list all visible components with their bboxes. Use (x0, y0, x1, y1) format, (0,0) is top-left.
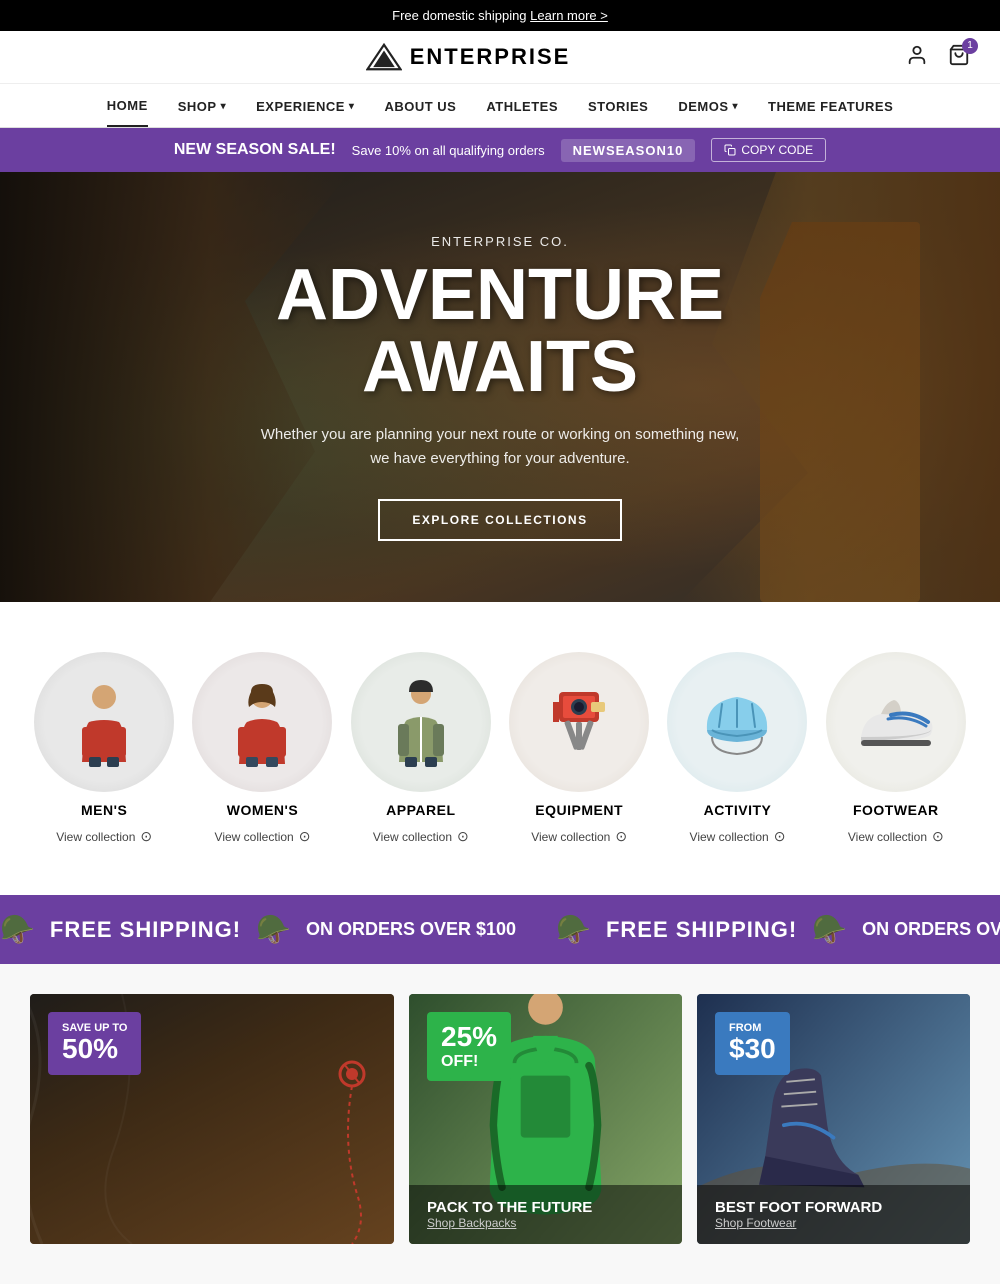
promo-section: SAVE UP TO 50% (0, 964, 1000, 1284)
nav-home[interactable]: HOME (107, 98, 148, 127)
promo-backpack-info: PACK TO THE FUTURE Shop Backpacks (409, 1185, 682, 1244)
promo-badge-amount: 25% (441, 1022, 497, 1053)
promo-badge-backpack: 25% OFF! (427, 1012, 511, 1081)
promo-badge-sale: SAVE UP TO 50% (48, 1012, 141, 1075)
apparel-link[interactable]: View collection ⊙ (373, 828, 469, 845)
hero-subtitle: ENTERPRISE CO. (260, 234, 740, 249)
cart-icon[interactable]: 1 (948, 44, 970, 71)
main-nav: HOME SHOP ▾ EXPERIENCE ▾ ABOUT US ATHLET… (0, 84, 1000, 128)
collection-footwear-image[interactable] (826, 652, 966, 792)
brand-name: ENTERPRISE (410, 44, 571, 70)
shipping-banner: 🪖 FREE SHIPPING! 🪖 ON ORDERS OVER $100 🪖… (0, 895, 1000, 964)
arrow-icon: ⊙ (932, 828, 944, 845)
helmet-icon: 🪖 (812, 913, 847, 946)
sale-text: Save 10% on all qualifying orders (352, 143, 545, 158)
collection-activity-image[interactable] (667, 652, 807, 792)
shipping-item: 🪖 FREE SHIPPING! 🪖 ON ORDERS OVER $100 (0, 913, 516, 946)
hero-content: ENTERPRISE CO. ADVENTUREAWAITS Whether y… (220, 234, 780, 541)
collection-footwear: FOOTWEAR View collection ⊙ (822, 652, 970, 845)
shipping-item: 🪖 FREE SHIPPING! 🪖 ON ORDERS OVER $100 (556, 913, 1000, 946)
promo-backpack-title: PACK TO THE FUTURE (427, 1199, 664, 1216)
collection-womens-image[interactable] (192, 652, 332, 792)
sale-title: NEW SEASON SALE! (174, 141, 336, 159)
chevron-down-icon: ▾ (221, 101, 227, 112)
collection-equipment: EQUIPMENT View collection ⊙ (505, 652, 653, 845)
announcement-bar: Free domestic shipping Learn more > (0, 0, 1000, 31)
collections-grid: MEN'S View collection ⊙ WOME (30, 652, 970, 845)
arrow-icon: ⊙ (457, 828, 469, 845)
nav-experience[interactable]: EXPERIENCE ▾ (256, 98, 354, 127)
promo-footwear-title: BEST FOOT FORWARD (715, 1199, 952, 1216)
mens-label: MEN'S (81, 802, 127, 818)
hero-title: ADVENTUREAWAITS (260, 259, 740, 403)
cart-badge: 1 (962, 38, 978, 54)
copy-code-label: COPY CODE (741, 143, 813, 157)
hero-climber-area (760, 222, 920, 602)
mens-link[interactable]: View collection ⊙ (56, 828, 152, 845)
arrow-icon: ⊙ (615, 828, 627, 845)
helmet-icon: 🪖 (256, 913, 291, 946)
helmet-icon: 🪖 (0, 913, 35, 946)
womens-link[interactable]: View collection ⊙ (215, 828, 311, 845)
womens-label: WOMEN'S (227, 802, 298, 818)
promo-badge-suffix: OFF! (441, 1053, 497, 1071)
helmet-icon: 🪖 (556, 913, 591, 946)
account-icon[interactable] (906, 44, 928, 71)
activity-link[interactable]: View collection ⊙ (690, 828, 786, 845)
apparel-label: APPAREL (386, 802, 455, 818)
nav-stories[interactable]: STORIES (588, 98, 648, 127)
nav-shop[interactable]: SHOP ▾ (178, 98, 226, 127)
header-icons: 1 (906, 44, 970, 71)
collection-apparel: APPAREL View collection ⊙ (347, 652, 495, 845)
promo-badge-amount: 50% (62, 1034, 127, 1065)
arrow-icon: ⊙ (774, 828, 786, 845)
sale-banner: NEW SEASON SALE! Save 10% on all qualify… (0, 128, 1000, 172)
header: ENTERPRISE 1 (0, 31, 1000, 84)
shipping-ticker: 🪖 FREE SHIPPING! 🪖 ON ORDERS OVER $100 🪖… (0, 913, 1000, 946)
promo-card-backpack[interactable]: 25% OFF! PACK TO THE FUTURE Shop Backpac… (409, 994, 682, 1244)
hero-description: Whether you are planning your next route… (260, 423, 740, 471)
copy-code-button[interactable]: COPY CODE (711, 138, 826, 162)
sale-code: NEWSEASON10 (561, 139, 696, 162)
promo-backpack-link[interactable]: Shop Backpacks (427, 1216, 664, 1230)
announcement-text: Free domestic shipping (392, 8, 526, 23)
nav-demos[interactable]: DEMOS ▾ (678, 98, 738, 127)
footwear-label: FOOTWEAR (853, 802, 939, 818)
collection-mens-image[interactable] (34, 652, 174, 792)
collection-womens: WOMEN'S View collection ⊙ (188, 652, 336, 845)
equipment-link[interactable]: View collection ⊙ (531, 828, 627, 845)
promo-card-footwear[interactable]: FROM $30 BEST FOOT FORWARD Shop Footwear (697, 994, 970, 1244)
brand-logo[interactable]: ENTERPRISE (366, 43, 571, 71)
promo-badge-footwear: FROM $30 (715, 1012, 790, 1075)
collection-apparel-image[interactable] (351, 652, 491, 792)
promo-footwear-link[interactable]: Shop Footwear (715, 1216, 952, 1230)
announcement-link[interactable]: Learn more > (530, 8, 608, 23)
hero-section: ENTERPRISE CO. ADVENTUREAWAITS Whether y… (0, 172, 1000, 602)
promo-footwear-info: BEST FOOT FORWARD Shop Footwear (697, 1185, 970, 1244)
collection-equipment-image[interactable] (509, 652, 649, 792)
chevron-down-icon: ▾ (349, 101, 355, 112)
promo-grid: SAVE UP TO 50% (30, 994, 970, 1244)
activity-label: ACTIVITY (704, 802, 772, 818)
arrow-icon: ⊙ (140, 828, 152, 845)
chevron-down-icon: ▾ (733, 101, 739, 112)
equipment-label: EQUIPMENT (535, 802, 623, 818)
promo-badge-amount: $30 (729, 1034, 776, 1065)
footwear-link[interactable]: View collection ⊙ (848, 828, 944, 845)
explore-button[interactable]: EXPLORE COLLECTIONS (378, 499, 621, 541)
promo-card-sale[interactable]: SAVE UP TO 50% (30, 994, 394, 1244)
nav-about[interactable]: ABOUT US (384, 98, 456, 127)
collections-section: MEN'S View collection ⊙ WOME (0, 602, 1000, 895)
collection-mens: MEN'S View collection ⊙ (30, 652, 178, 845)
nav-athletes[interactable]: ATHLETES (486, 98, 558, 127)
arrow-icon: ⊙ (299, 828, 311, 845)
collection-activity: ACTIVITY View collection ⊙ (663, 652, 811, 845)
nav-theme-features[interactable]: THEME FEATURES (768, 98, 893, 127)
